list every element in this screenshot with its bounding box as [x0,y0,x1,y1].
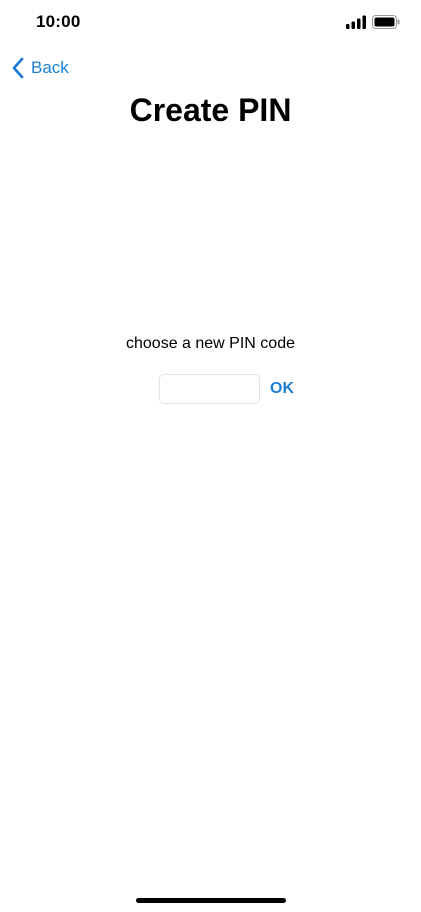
home-indicator [136,898,286,903]
ok-button[interactable]: OK [270,380,294,398]
back-label: Back [31,58,69,77]
chevron-left-icon [12,57,24,79]
status-time: 10:00 [36,12,81,31]
pin-prompt-label: choose a new PIN code [126,335,295,352]
pin-entry-row: OK [159,373,294,405]
battery-icon [372,15,400,29]
back-button[interactable]: Back [10,54,69,82]
page-title: Create PIN [129,92,292,128]
cellular-signal-icon [346,15,366,29]
status-bar: 10:00 [0,0,421,48]
pin-input[interactable] [159,374,260,404]
